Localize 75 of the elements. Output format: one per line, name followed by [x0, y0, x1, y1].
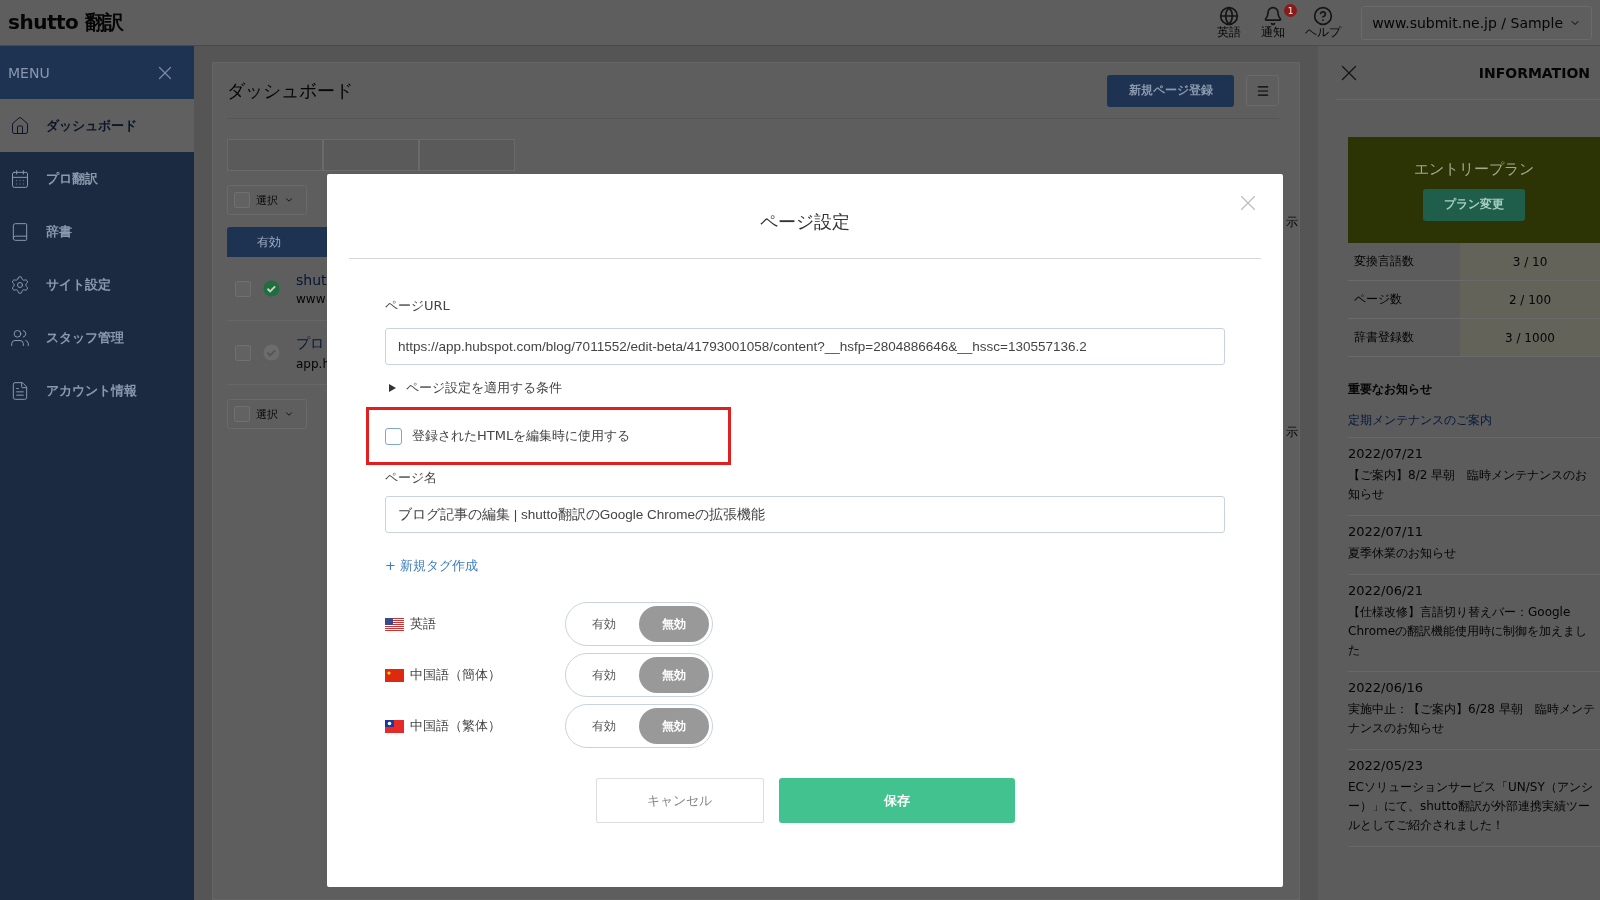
us-flag-icon: [385, 617, 404, 631]
new-page-button[interactable]: 新規ページ登録: [1107, 74, 1234, 107]
sidebar-item[interactable]: アカウント情報: [0, 364, 194, 417]
conditions-toggle[interactable]: ページ設定を適用する条件: [385, 379, 562, 397]
news-text[interactable]: 【ご案内】8/2 早朝 臨時メンテナンスのお知らせ: [1348, 466, 1600, 504]
action-label: 通知: [1261, 26, 1286, 39]
toggle-option[interactable]: 無効: [639, 708, 709, 744]
sidebar-item[interactable]: 辞書: [0, 205, 194, 258]
action-label: 英語: [1217, 26, 1242, 39]
news-date: 2022/07/11: [1348, 524, 1424, 539]
china-flag-icon: [385, 668, 404, 682]
field-label: ページURL: [385, 297, 451, 315]
page-link[interactable]: shut: [296, 271, 327, 288]
help-icon[interactable]: [1313, 6, 1334, 26]
gear-icon: [10, 274, 30, 295]
sidebar-item[interactable]: ダッシュボード: [0, 99, 194, 152]
language-name: 中国語（簡体）: [410, 666, 501, 684]
news-date: 2022/07/21: [1348, 446, 1424, 461]
html-option[interactable]: 登録されたHTMLを編集時に使用する: [385, 427, 631, 445]
page-url: www: [296, 291, 327, 306]
toggle-option[interactable]: 有効: [569, 657, 639, 693]
table-note: 示: [1286, 424, 1298, 441]
taiwan-flag-icon: [385, 719, 404, 733]
field-label: ページ名: [385, 469, 438, 487]
document-icon: [10, 380, 30, 401]
notification-badge: 1: [1284, 4, 1298, 17]
stat-value: 3 / 1000: [1460, 319, 1600, 356]
table-note: 示: [1286, 214, 1298, 231]
calendar-icon: [10, 168, 30, 189]
sidebar-item[interactable]: スタッフ管理: [0, 311, 194, 364]
notices-heading: 重要なお知らせ: [1348, 381, 1433, 398]
news-date: 2022/06/16: [1348, 680, 1424, 695]
caret-icon: [284, 409, 294, 419]
select-dropdown[interactable]: 選択: [227, 399, 307, 429]
stat-value: 2 / 100: [1460, 281, 1600, 318]
change-plan-button[interactable]: プラン変更: [1423, 188, 1525, 221]
globe-icon[interactable]: [1219, 6, 1240, 26]
bell-icon[interactable]: [1263, 6, 1284, 26]
menu-button[interactable]: [1246, 75, 1279, 106]
news-text[interactable]: ECソリューションサービス「UN/SY（アンシー）」にて、shutto翻訳が外部連携実績ツールとしてご紹介されました！: [1348, 778, 1600, 835]
toggle-option[interactable]: 無効: [639, 606, 709, 642]
news-text[interactable]: 夏季休業のお知らせ: [1348, 544, 1600, 563]
news-date: 2022/05/23: [1348, 758, 1424, 773]
menu-title: MENU: [8, 64, 50, 81]
toggle-option[interactable]: 有効: [569, 708, 639, 744]
plan-name: エントリープラン: [1414, 159, 1534, 179]
caret-icon: [284, 195, 294, 205]
save-button[interactable]: 保存: [778, 778, 1015, 823]
home-icon: [10, 115, 30, 136]
sidebar-item[interactable]: サイト設定: [0, 258, 194, 311]
book-icon: [10, 221, 30, 242]
users-icon: [10, 327, 30, 348]
app-logo: shutto 翻訳: [8, 9, 124, 36]
triangle-icon: [389, 384, 396, 392]
action-label: ヘルプ: [1305, 26, 1342, 39]
toggle-option[interactable]: 無効: [639, 657, 709, 693]
url-field[interactable]: https://app.hubspot.com/blog/7011552/edit-beta/41793001058/content?__hsfp=2804886646&__hssc=130557136.2: [385, 328, 1225, 365]
sidebar-item[interactable]: プロ翻訳: [0, 152, 194, 205]
language-name: 中国語（繁体）: [410, 717, 501, 735]
news-text[interactable]: 実施中止：【ご案内】6/28 早朝 臨時メンテナンスのお知らせ: [1348, 700, 1600, 738]
notice-link[interactable]: 定期メンテナンスのご案内: [1348, 412, 1600, 438]
cancel-button[interactable]: キャンセル: [595, 778, 764, 823]
stat-value: 3 / 10: [1460, 243, 1600, 280]
toggle-option[interactable]: 有効: [569, 606, 639, 642]
panel-title: INFORMATION: [1478, 64, 1590, 81]
menu-icon: [1255, 83, 1270, 98]
page-link[interactable]: プロ: [296, 334, 330, 353]
page-name-field[interactable]: ブログ記事の編集 | shutto翻訳のGoogle Chromeの拡張機能: [385, 496, 1225, 533]
news-text[interactable]: 【仕様改修】言語切り替えバー：Google Chromeの翻訳機能使用時に制御を加えました: [1348, 603, 1600, 660]
site-selector[interactable]: www.submit.ne.jp / Sample: [1361, 5, 1592, 40]
select-dropdown[interactable]: 選択: [227, 185, 307, 215]
page-title: ダッシュボード: [227, 78, 353, 103]
language-name: 英語: [410, 615, 436, 633]
new-tag-link[interactable]: + 新規タグ作成: [385, 557, 479, 575]
news-date: 2022/06/21: [1348, 583, 1424, 598]
